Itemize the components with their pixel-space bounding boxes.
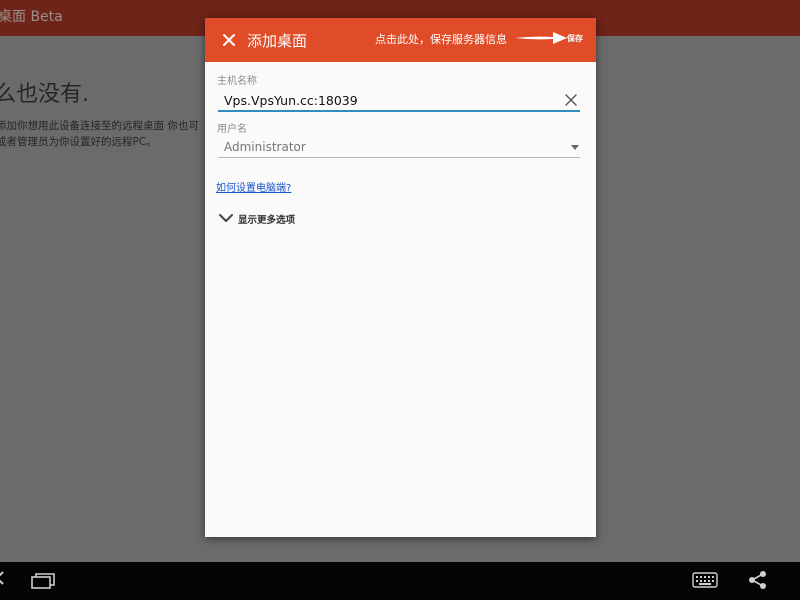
empty-state-title: 么也没有. <box>0 82 89 107</box>
app-title: 桌面 Beta <box>0 9 63 25</box>
share-icon[interactable] <box>748 570 768 590</box>
back-icon[interactable] <box>0 571 4 585</box>
chevron-down-icon <box>219 214 233 222</box>
user-name-label: 用户名 <box>217 124 247 135</box>
host-name-input[interactable] <box>218 90 580 112</box>
annotation-arrow-icon <box>515 32 567 44</box>
user-name-value: Administrator <box>224 140 306 154</box>
host-name-label: 主机名称 <box>217 76 257 87</box>
clear-input-icon[interactable] <box>565 94 577 106</box>
annotation-text: 点击此处，保存服务器信息 <box>375 33 507 46</box>
show-more-options-toggle[interactable]: 显示更多选项 <box>219 211 339 227</box>
dialog-header: 添加桌面 点击此处，保存服务器信息 保存 <box>205 18 596 62</box>
close-icon <box>223 34 235 46</box>
add-desktop-dialog: 添加桌面 点击此处，保存服务器信息 保存 主机名称 用户名 Administra… <box>205 18 596 537</box>
save-button[interactable]: 保存 <box>567 33 583 44</box>
system-nav-bar <box>0 562 800 600</box>
show-more-options-label: 显示更多选项 <box>238 215 296 226</box>
user-name-select[interactable]: Administrator <box>218 138 580 158</box>
close-button[interactable] <box>219 30 239 50</box>
recent-apps-icon[interactable] <box>31 573 55 589</box>
keyboard-icon[interactable] <box>692 572 718 588</box>
setup-help-link[interactable]: 如何设置电脑端? <box>216 179 291 194</box>
dialog-title: 添加桌面 <box>247 32 308 50</box>
dropdown-arrow-icon <box>571 145 579 150</box>
empty-state-description: 添加你想用此设备连接至的远程桌面 你也可或者管理员为你设置好的远程PC。 <box>0 120 199 148</box>
